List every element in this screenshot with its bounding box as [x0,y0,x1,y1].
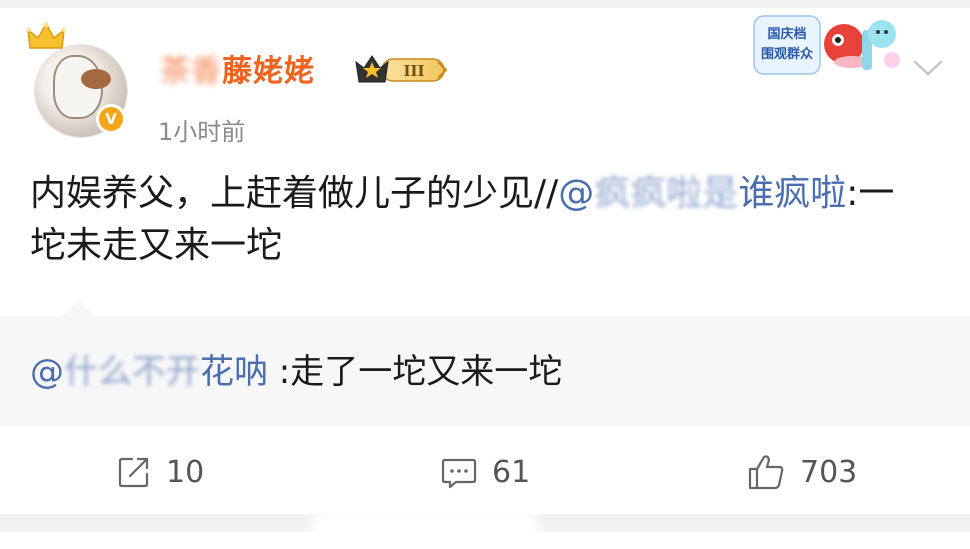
share-count: 10 [166,454,205,490]
redaction-smudge [310,512,540,542]
share-button[interactable]: 10 [116,452,204,492]
mention-name-visible: 谁疯啦 [738,173,847,214]
avatar-container[interactable]: V [24,22,136,140]
repost-mention-name-blurred: 什么不开 [64,352,200,392]
crown-icon [26,22,66,49]
event-badge-text-1: 国庆档 [767,26,806,42]
username[interactable]: 茶香藤姥姥 [160,46,315,90]
share-icon [118,457,149,488]
like-button[interactable]: 703 [746,452,857,492]
verified-badge-icon: V [96,104,126,134]
comment-button[interactable]: 61 [440,452,530,492]
level-badge-label: III [403,62,424,80]
repost-content: @什么不开花呐 :走了一坨又来一坨 [30,344,562,393]
post-text-main: 内娱养父，上赶着做儿子的少见// [30,173,559,214]
like-count: 703 [800,454,858,490]
level-badge-icon[interactable]: III [352,50,452,88]
post-content: 内娱养父，上赶着做儿子的少见//@疯疯啦是谁疯啦:一坨未走又来一坨 [30,168,930,272]
repost-text: :走了一坨又来一坨 [268,352,563,392]
chevron-down-icon[interactable] [912,58,944,78]
post-mention-link[interactable]: @疯疯啦是谁疯啦 [558,173,846,214]
username-blurred-part: 茶香 [160,54,222,89]
action-bar: 10 61 703 [0,426,970,514]
repost-pointer [62,300,94,316]
event-badge-icon[interactable]: 国庆档 围观群众 [752,10,904,84]
top-separator [0,0,970,8]
comment-count: 61 [492,454,531,490]
repost-mention-name-visible: 花呐 [200,352,268,392]
repost-mention-link[interactable]: @什么不开花呐 [30,352,268,392]
comment-icon [441,458,477,489]
event-badge-text-2: 围观群众 [761,46,813,62]
mention-name-blurred: 疯疯啦是 [594,173,739,214]
repost-mention-at: @ [30,352,64,392]
like-icon [748,455,784,490]
mention-at: @ [558,173,595,214]
username-visible-part: 藤姥姥 [222,54,315,89]
post-time: 1小时前 [158,118,246,146]
